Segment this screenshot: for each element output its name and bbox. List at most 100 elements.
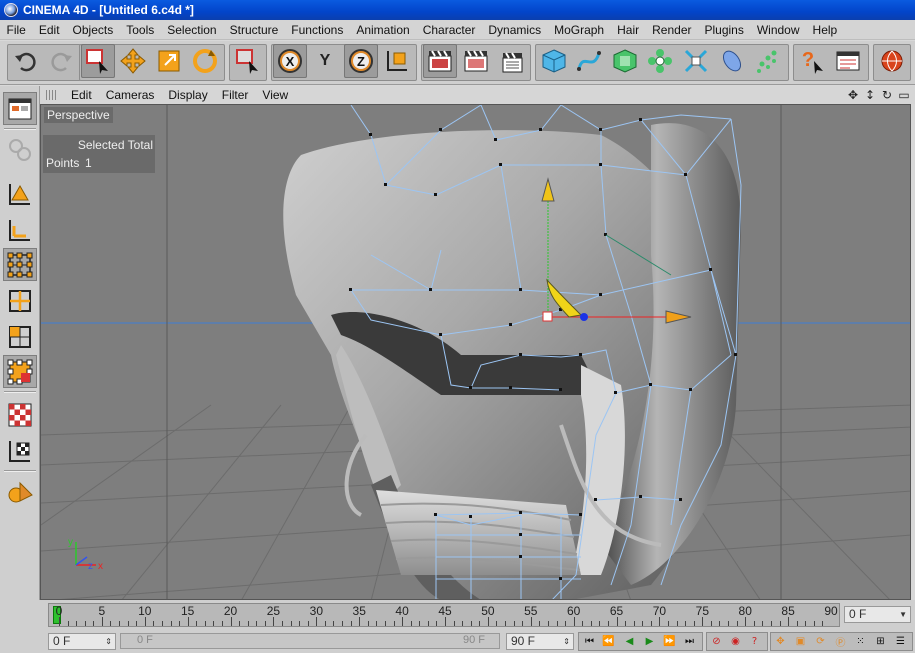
grid-points-icon: ⁙ bbox=[856, 636, 865, 647]
viewport-menu-display[interactable]: Display bbox=[161, 88, 214, 102]
use-model-button[interactable] bbox=[3, 92, 37, 125]
web-button[interactable] bbox=[875, 44, 909, 78]
points-mode-button[interactable] bbox=[3, 248, 37, 281]
play-backward-button[interactable]: ◀ bbox=[621, 633, 638, 650]
viewport-scene[interactable]: y z x bbox=[41, 105, 911, 600]
x-axis-button[interactable]: X bbox=[273, 44, 307, 78]
go-start-button[interactable]: ⏮ bbox=[581, 633, 598, 650]
render-picture-button[interactable] bbox=[459, 44, 493, 78]
menu-animation[interactable]: Animation bbox=[350, 20, 416, 40]
key-position-button[interactable]: ✥ bbox=[772, 633, 789, 650]
z-axis-button[interactable]: Z bbox=[344, 44, 378, 78]
play-forward-button[interactable]: ▶ bbox=[641, 633, 658, 650]
selected-point-icon[interactable] bbox=[542, 311, 553, 322]
animation-mode-button[interactable] bbox=[3, 476, 37, 509]
frame-range-slider[interactable]: 0 F 90 F bbox=[120, 633, 500, 649]
texture-axis-button[interactable] bbox=[3, 434, 37, 467]
y-axis-button[interactable]: Y bbox=[308, 44, 342, 78]
undo-icon bbox=[15, 52, 36, 72]
key-scale-button[interactable]: ▣ bbox=[792, 633, 809, 650]
current-frame-field[interactable]: 0 F ▼ bbox=[844, 606, 911, 623]
menu-dynamics[interactable]: Dynamics bbox=[482, 20, 548, 40]
key-points-button[interactable]: ⁙ bbox=[852, 633, 869, 650]
viewport-name-label[interactable]: Perspective bbox=[44, 107, 113, 123]
select-mode-button[interactable] bbox=[231, 44, 265, 78]
undo-button[interactable] bbox=[9, 44, 43, 78]
menu-tools[interactable]: Tools bbox=[120, 20, 161, 40]
menu-functions[interactable]: Functions bbox=[285, 20, 350, 40]
autokey-button[interactable]: ◉ bbox=[727, 633, 744, 650]
viewport-menu-filter[interactable]: Filter bbox=[215, 88, 256, 102]
rotate-button[interactable] bbox=[188, 44, 222, 78]
timeline-button[interactable] bbox=[831, 44, 865, 78]
menu-help[interactable]: Help bbox=[806, 20, 844, 40]
menu-window[interactable]: Window bbox=[750, 20, 806, 40]
help-button[interactable]: ? bbox=[795, 44, 829, 78]
render-view-button[interactable] bbox=[423, 44, 457, 78]
helmet-model[interactable] bbox=[283, 123, 741, 600]
drag-grip-icon[interactable] bbox=[46, 90, 58, 100]
key-param-button[interactable]: Ⓟ bbox=[832, 633, 849, 650]
edges-mode-button[interactable] bbox=[3, 284, 37, 317]
menu-objects[interactable]: Objects bbox=[66, 20, 120, 40]
next-key-button[interactable]: ⏩ bbox=[661, 633, 678, 650]
rect-select-button[interactable] bbox=[81, 44, 115, 78]
menu-plugins[interactable]: Plugins bbox=[698, 20, 750, 40]
menu-file[interactable]: File bbox=[0, 20, 32, 40]
world-coord-button[interactable] bbox=[380, 44, 414, 78]
key-pla-button[interactable]: ⊞ bbox=[872, 633, 889, 650]
go-end-button[interactable]: ⏭ bbox=[681, 633, 698, 650]
orbit-icon[interactable]: ↻ bbox=[880, 88, 894, 102]
polygons-mode-button[interactable] bbox=[3, 320, 37, 353]
timeline-tick bbox=[153, 621, 155, 626]
record-button[interactable]: ⊘ bbox=[708, 633, 725, 650]
menu-structure[interactable]: Structure bbox=[223, 20, 285, 40]
redo-button[interactable] bbox=[44, 44, 78, 78]
uv-points-button[interactable] bbox=[3, 355, 37, 388]
zoom-icon[interactable]: ↕ bbox=[863, 88, 877, 102]
timeline-label: 0 bbox=[55, 604, 63, 618]
menu-character[interactable]: Character bbox=[416, 20, 482, 40]
timeline-tick bbox=[67, 621, 69, 626]
menu-render[interactable]: Render bbox=[646, 20, 698, 40]
model-mode-button[interactable] bbox=[3, 177, 37, 210]
menu-selection[interactable]: Selection bbox=[161, 20, 223, 40]
viewport-menu-cameras[interactable]: Cameras bbox=[99, 88, 162, 102]
prev-key-button[interactable]: ⏪ bbox=[600, 633, 617, 650]
perspective-viewport[interactable]: y z x Perspective Selected Total Points … bbox=[40, 104, 911, 600]
dropdown-arrow-icon[interactable]: ▼ bbox=[899, 607, 907, 622]
menu-edit[interactable]: Edit bbox=[32, 20, 66, 40]
cube-button[interactable] bbox=[537, 44, 571, 78]
timeline-tick bbox=[119, 621, 121, 626]
stepper-icon[interactable]: ⇕ bbox=[563, 634, 570, 649]
axis-center-handle[interactable] bbox=[580, 313, 588, 321]
spline-button[interactable] bbox=[572, 44, 606, 78]
end-frame-field[interactable]: 90 F ⇕ bbox=[506, 633, 574, 650]
svg-text:x: x bbox=[98, 561, 103, 572]
scene-button[interactable] bbox=[715, 44, 749, 78]
timeline-menu-button[interactable]: ☰ bbox=[892, 633, 909, 650]
nurbs-button[interactable] bbox=[608, 44, 642, 78]
pan-icon[interactable]: ✥ bbox=[846, 88, 860, 102]
timeline-label: 40 bbox=[395, 604, 409, 618]
keyframe-help-button[interactable]: ? bbox=[746, 633, 763, 650]
stepper-icon[interactable]: ⇕ bbox=[105, 634, 112, 649]
array-button[interactable] bbox=[643, 44, 677, 78]
texture-mode-button[interactable] bbox=[3, 398, 37, 431]
deformer-button[interactable] bbox=[679, 44, 713, 78]
start-frame-field[interactable]: 0 F ⇕ bbox=[48, 633, 116, 650]
menu-hair[interactable]: Hair bbox=[611, 20, 646, 40]
object-mode-button[interactable] bbox=[3, 213, 37, 246]
key-rotation-button[interactable]: ⟳ bbox=[812, 633, 829, 650]
viewport-menu-edit[interactable]: Edit bbox=[64, 88, 99, 102]
render-picture-icon bbox=[464, 50, 488, 72]
menu-mograph[interactable]: MoGraph bbox=[548, 20, 611, 40]
maximize-icon[interactable]: ▭ bbox=[897, 88, 911, 102]
move-button[interactable] bbox=[116, 44, 150, 78]
viewport-menu-view[interactable]: View bbox=[255, 88, 295, 102]
edit-render-button[interactable] bbox=[3, 133, 37, 166]
scale-button[interactable] bbox=[152, 44, 186, 78]
light-button[interactable] bbox=[751, 44, 785, 78]
timeline-ruler[interactable]: 0 5 10 15 20 25 30 35 40 45 50 55 60 65 70 75 80 85 90 bbox=[48, 603, 840, 627]
render-settings-button[interactable] bbox=[494, 44, 528, 78]
